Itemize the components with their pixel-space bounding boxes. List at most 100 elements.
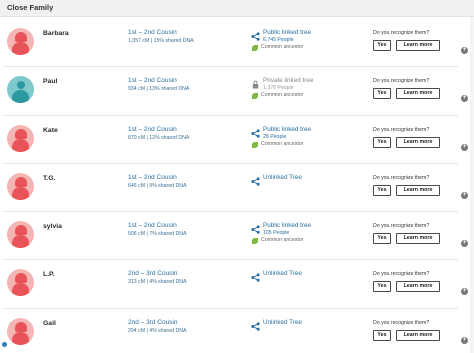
- learn-more-button[interactable]: Learn more: [396, 40, 440, 51]
- tree-people-count: 105 People: [263, 230, 290, 237]
- learn-more-button[interactable]: Learn more: [396, 184, 440, 196]
- shared-dna[interactable]: 934 cM | 13% shared DNA: [128, 86, 189, 92]
- relationship-link[interactable]: 1st – 2nd Cousin: [128, 174, 177, 181]
- relationship-link[interactable]: 1st – 2nd Cousin: [128, 77, 177, 84]
- common-ancestor-label: Common ancestor: [261, 92, 304, 99]
- match-row[interactable]: Kate 1st – 2nd Cousin 870 cM | 12% shared …: [3, 116, 468, 164]
- shared-dna[interactable]: 506 cM | 7% shared DNA: [128, 231, 186, 237]
- add-icon[interactable]: +: [461, 95, 468, 103]
- yes-button[interactable]: Yes: [373, 233, 391, 245]
- avatar[interactable]: [7, 269, 34, 297]
- recognize-question: Do you recognize them?: [373, 271, 430, 278]
- relationship-link[interactable]: 1st – 2nd Cousin: [128, 222, 177, 229]
- avatar-head: [16, 177, 25, 186]
- add-icon[interactable]: +: [461, 143, 468, 151]
- match-name[interactable]: Kate: [43, 127, 58, 134]
- relationship-link[interactable]: 1st – 2nd Cousin: [128, 29, 177, 36]
- yes-button[interactable]: Yes: [373, 136, 391, 148]
- leaf-icon: [252, 238, 258, 245]
- tree-people-count: 6,745 People: [263, 37, 294, 43]
- leaf-icon: [252, 45, 258, 51]
- avatar[interactable]: [7, 28, 34, 55]
- tree-icon: [251, 221, 260, 234]
- tree-status[interactable]: Public linked tree: [263, 222, 311, 229]
- yes-button[interactable]: Yes: [373, 88, 391, 100]
- tree-status[interactable]: Public linked tree: [263, 126, 311, 133]
- yes-button[interactable]: Yes: [373, 40, 391, 51]
- avatar[interactable]: [7, 76, 34, 104]
- match-name[interactable]: Barbara: [43, 30, 69, 37]
- leaf-icon: [252, 141, 258, 148]
- avatar-head: [16, 81, 25, 90]
- tree-icon: [251, 28, 260, 41]
- section-header: Close Family: [0, 0, 474, 17]
- match-row[interactable]: Barbara 1st – 2nd Cousin 1,057 cM | 15% sh…: [3, 19, 468, 68]
- add-icon[interactable]: +: [461, 191, 468, 199]
- yes-button[interactable]: Yes: [373, 281, 391, 293]
- avatar[interactable]: [7, 221, 34, 249]
- add-icon[interactable]: +: [461, 240, 468, 248]
- avatar[interactable]: [7, 124, 34, 152]
- status-dot: [2, 342, 7, 347]
- learn-more-button[interactable]: Learn more: [396, 233, 440, 245]
- match-row[interactable]: T.G. 1st – 2nd Cousin 646 cM | 9% shared D…: [3, 164, 468, 213]
- tree-status: Private linked tree: [263, 77, 314, 85]
- yes-button[interactable]: Yes: [373, 329, 391, 341]
- avatar-head: [16, 129, 25, 138]
- tree-status[interactable]: Unlinked Tree: [263, 174, 302, 181]
- match-row[interactable]: Gail 2nd – 3rd Cousin 294 cM | 4% shared D…: [3, 309, 468, 353]
- avatar[interactable]: [7, 317, 34, 345]
- shared-dna[interactable]: 646 cM | 9% shared DNA: [128, 183, 186, 189]
- leaf-icon: [252, 93, 258, 100]
- recognize-question: Do you recognize them?: [373, 319, 430, 326]
- avatar-head: [16, 322, 25, 331]
- yes-button[interactable]: Yes: [373, 184, 391, 196]
- tree-people-count: 28 People: [263, 133, 287, 140]
- shared-dna[interactable]: 1,057 cM | 15% shared DNA: [128, 38, 194, 44]
- avatar-head: [16, 33, 25, 41]
- relationship-link[interactable]: 2nd – 3rd Cousin: [128, 319, 178, 326]
- tree-status[interactable]: Unlinked Tree: [263, 319, 302, 326]
- match-name[interactable]: sylvia: [43, 223, 62, 230]
- scrollbar[interactable]: [470, 17, 474, 353]
- tree-icon: [251, 173, 260, 186]
- match-name[interactable]: T.G.: [43, 175, 55, 182]
- add-icon[interactable]: +: [461, 288, 468, 296]
- avatar-body: [12, 331, 29, 345]
- tree-status[interactable]: Unlinked Tree: [263, 270, 302, 277]
- tree-status[interactable]: Public linked tree: [263, 29, 311, 36]
- avatar-head: [16, 226, 25, 235]
- common-ancestor-label: Common ancestor: [261, 237, 304, 244]
- match-row[interactable]: L.P. 2nd – 3rd Cousin 313 cM | 4% shared D…: [3, 260, 468, 309]
- avatar-body: [12, 42, 29, 55]
- match-row[interactable]: sylvia 1st – 2nd Cousin 506 cM | 7% shared…: [3, 212, 468, 261]
- relationship-link[interactable]: 2nd – 3rd Cousin: [128, 270, 178, 277]
- learn-more-button[interactable]: Learn more: [396, 329, 440, 341]
- recognize-question: Do you recognize them?: [373, 174, 430, 181]
- tree-icon: [251, 125, 260, 138]
- match-list: Barbara 1st – 2nd Cousin 1,057 cM | 15% sh…: [0, 17, 474, 353]
- match-name[interactable]: Paul: [43, 78, 57, 85]
- shared-dna[interactable]: 870 cM | 12% shared DNA: [128, 135, 189, 141]
- common-ancestor-label: Common ancestor: [261, 44, 304, 50]
- add-icon[interactable]: +: [461, 336, 468, 344]
- avatar-body: [12, 235, 29, 249]
- tree-icon: [251, 318, 260, 331]
- learn-more-button[interactable]: Learn more: [396, 281, 440, 293]
- recognize-question: Do you recognize them?: [373, 78, 430, 85]
- recognize-question: Do you recognize them?: [373, 223, 430, 230]
- avatar[interactable]: [7, 172, 34, 200]
- relationship-link[interactable]: 1st – 2nd Cousin: [128, 126, 177, 133]
- match-name[interactable]: L.P.: [43, 271, 55, 278]
- learn-more-button[interactable]: Learn more: [396, 88, 440, 100]
- common-ancestor-label: Common ancestor: [261, 140, 304, 147]
- learn-more-button[interactable]: Learn more: [396, 136, 440, 148]
- match-row[interactable]: Paul 1st – 2nd Cousin 934 cM | 13% shared …: [3, 67, 468, 116]
- recognize-question: Do you recognize them?: [373, 30, 430, 36]
- recognize-question: Do you recognize them?: [373, 126, 430, 133]
- lock-icon: [251, 76, 260, 89]
- shared-dna[interactable]: 294 cM | 4% shared DNA: [128, 328, 186, 334]
- shared-dna[interactable]: 313 cM | 4% shared DNA: [128, 279, 186, 285]
- match-name[interactable]: Gail: [43, 320, 56, 327]
- add-icon[interactable]: +: [461, 47, 468, 54]
